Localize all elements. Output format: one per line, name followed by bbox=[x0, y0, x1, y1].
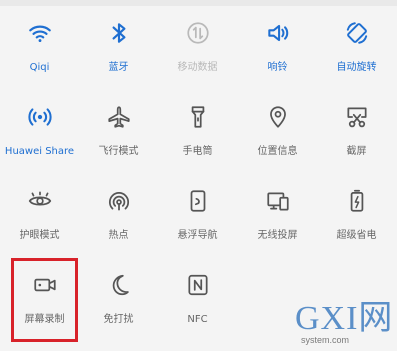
tile-nfc[interactable]: NFC bbox=[158, 262, 237, 346]
watermark-logo: GXI网 system.com bbox=[293, 300, 394, 347]
bluetooth-icon bbox=[104, 18, 134, 48]
tile-label-airplane-mode: 飞行模式 bbox=[98, 146, 139, 157]
hotspot-icon bbox=[104, 186, 134, 216]
tile-huawei-share[interactable]: Huawei Share bbox=[0, 94, 79, 178]
tile-label-eye-comfort: 护眼模式 bbox=[19, 230, 60, 241]
tile-label-mobile-data: 移动数据 bbox=[177, 62, 218, 73]
tile-bluetooth[interactable]: 蓝牙 bbox=[79, 10, 158, 94]
tile-label-flashlight: 手电筒 bbox=[182, 146, 213, 157]
tile-location[interactable]: 位置信息 bbox=[238, 94, 317, 178]
quick-settings-panel: Qiqi 蓝牙 移动数据 响铃 自动旋转 Huawei Share 飞行模式 手… bbox=[0, 0, 397, 351]
tile-label-location: 位置信息 bbox=[257, 146, 298, 157]
tile-label-screenshot: 截屏 bbox=[346, 146, 367, 157]
wireless-projection-icon bbox=[263, 186, 293, 216]
tile-do-not-disturb[interactable]: 免打扰 bbox=[79, 262, 158, 346]
panel-top-strip bbox=[0, 0, 397, 6]
screen-record-highlight bbox=[11, 258, 78, 342]
screenshot-icon bbox=[342, 102, 372, 132]
tile-label-huawei-share: Huawei Share bbox=[4, 146, 75, 157]
tile-label-auto-rotate: 自动旋转 bbox=[336, 62, 377, 73]
tile-flashlight[interactable]: 手电筒 bbox=[158, 94, 237, 178]
tile-hotspot[interactable]: 热点 bbox=[79, 178, 158, 262]
location-icon bbox=[263, 102, 293, 132]
tile-auto-rotate[interactable]: 自动旋转 bbox=[317, 10, 396, 94]
tile-label-wifi: Qiqi bbox=[29, 62, 50, 73]
tile-label-wireless-projection: 无线投屏 bbox=[257, 230, 298, 241]
ultra-power-saving-icon bbox=[342, 186, 372, 216]
airplane-mode-icon bbox=[104, 102, 134, 132]
tile-label-bluetooth: 蓝牙 bbox=[108, 62, 129, 73]
tile-screenshot[interactable]: 截屏 bbox=[317, 94, 396, 178]
mobile-data-icon bbox=[183, 18, 213, 48]
tile-sound[interactable]: 响铃 bbox=[238, 10, 317, 94]
flashlight-icon bbox=[183, 102, 213, 132]
floating-nav-icon bbox=[183, 186, 213, 216]
tile-label-ultra-power-saving: 超级省电 bbox=[336, 230, 377, 241]
tile-label-sound: 响铃 bbox=[267, 62, 288, 73]
watermark-brand: GXI网 bbox=[295, 300, 394, 337]
tile-floating-nav[interactable]: 悬浮导航 bbox=[158, 178, 237, 262]
auto-rotate-icon bbox=[342, 18, 372, 48]
wifi-icon bbox=[25, 18, 55, 48]
huawei-share-icon bbox=[25, 102, 55, 132]
eye-comfort-icon bbox=[25, 186, 55, 216]
do-not-disturb-icon bbox=[104, 270, 134, 300]
tile-wifi[interactable]: Qiqi bbox=[0, 10, 79, 94]
tile-wireless-projection[interactable]: 无线投屏 bbox=[238, 178, 317, 262]
tile-label-hotspot: 热点 bbox=[108, 230, 129, 241]
tile-label-do-not-disturb: 免打扰 bbox=[103, 314, 134, 325]
tile-eye-comfort[interactable]: 护眼模式 bbox=[0, 178, 79, 262]
tile-airplane-mode[interactable]: 飞行模式 bbox=[79, 94, 158, 178]
nfc-icon bbox=[183, 270, 213, 300]
tile-ultra-power-saving[interactable]: 超级省电 bbox=[317, 178, 396, 262]
tile-label-nfc: NFC bbox=[187, 314, 208, 325]
tile-label-floating-nav: 悬浮导航 bbox=[177, 230, 218, 241]
watermark-domain: system.com bbox=[301, 335, 350, 345]
sound-icon bbox=[263, 18, 293, 48]
tile-mobile-data[interactable]: 移动数据 bbox=[158, 10, 237, 94]
